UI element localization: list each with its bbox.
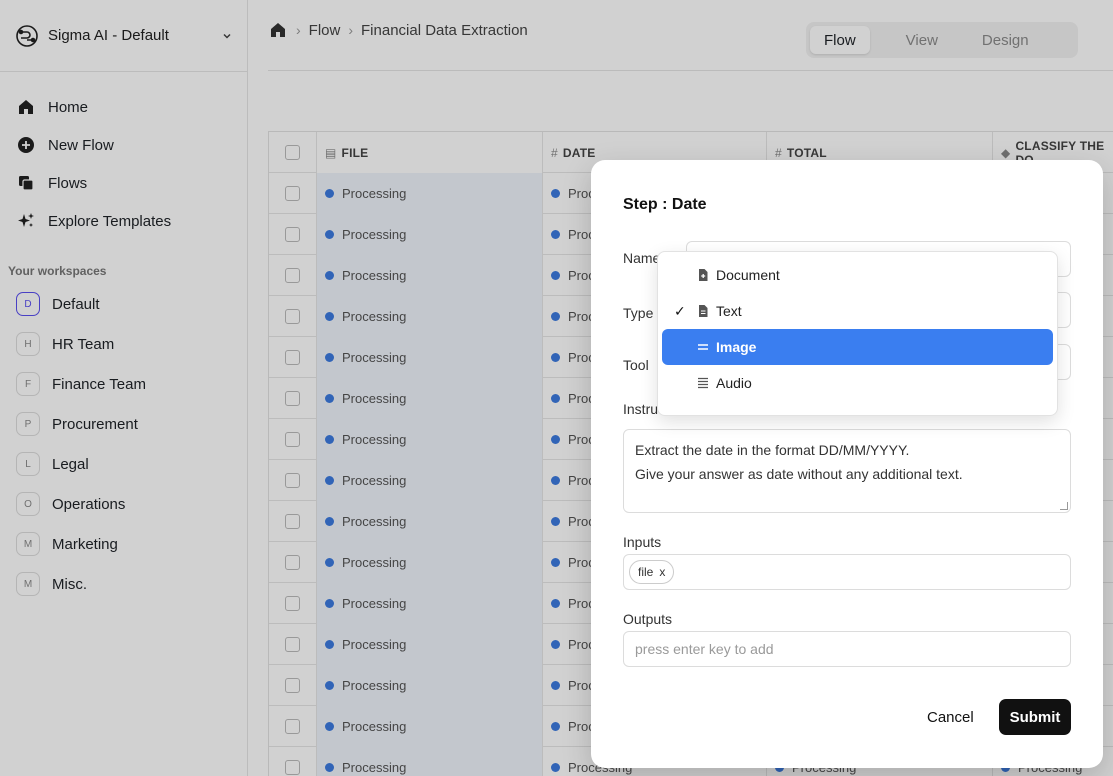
option-label: Document — [716, 267, 780, 283]
tool-label: Tool — [623, 357, 649, 373]
input-tag: file x — [629, 560, 675, 584]
type-dropdown-menu: Document ✓ Text Image Audio — [657, 251, 1058, 416]
option-label: Text — [716, 303, 742, 319]
instructions-textarea[interactable]: Extract the date in the format DD/MM/YYY… — [623, 429, 1071, 513]
option-label: Image — [716, 339, 757, 355]
outputs-input[interactable]: press enter key to add — [623, 631, 1071, 667]
type-option-image[interactable]: Image — [662, 329, 1053, 365]
type-option-audio[interactable]: Audio — [662, 365, 1053, 401]
list-lines-icon — [698, 377, 708, 389]
modal-title: Step : Date — [623, 196, 707, 213]
resize-handle-icon[interactable] — [1060, 502, 1068, 510]
text-document-icon — [699, 305, 708, 317]
option-label: Audio — [716, 375, 752, 391]
remove-tag-icon[interactable]: x — [659, 565, 665, 579]
type-label: Type — [623, 305, 654, 321]
submit-button[interactable]: Submit — [999, 699, 1071, 735]
document-plus-icon — [699, 269, 708, 281]
input-tag-label: file — [638, 565, 654, 579]
name-label: Name — [623, 250, 661, 266]
inputs-tag-field[interactable]: file x — [623, 554, 1071, 590]
cancel-button[interactable]: Cancel — [919, 699, 982, 735]
type-option-text[interactable]: ✓ Text — [662, 293, 1053, 329]
instructions-label: Instru — [623, 401, 659, 417]
instructions-line: Extract the date in the format DD/MM/YYY… — [635, 442, 910, 458]
type-option-document[interactable]: Document — [662, 257, 1053, 293]
equals-lines-icon — [698, 344, 708, 350]
checkmark-icon: ✓ — [674, 302, 686, 319]
outputs-label: Outputs — [623, 611, 673, 627]
instructions-line: Give your answer as date without any add… — [635, 466, 963, 482]
inputs-label: Inputs — [623, 534, 662, 550]
